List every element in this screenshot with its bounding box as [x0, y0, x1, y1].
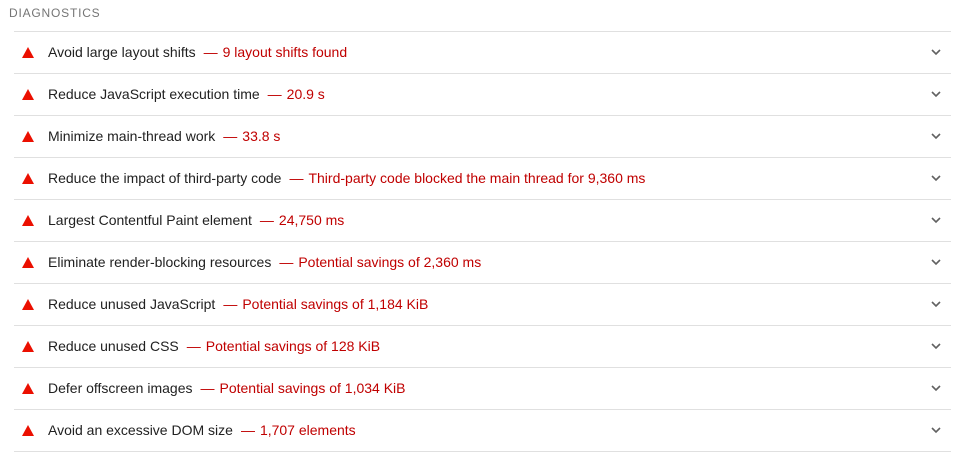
audit-list: Avoid large layout shifts —9 layout shift… — [14, 31, 951, 452]
audit-separator: — — [200, 380, 215, 396]
audit-text: Avoid large layout shifts —9 layout shift… — [48, 32, 347, 73]
audit-title: Eliminate render-blocking resources — [48, 254, 272, 270]
audit-title: Avoid large layout shifts — [48, 44, 196, 60]
audit-separator: — — [259, 212, 274, 228]
audit-row[interactable]: Eliminate render-blocking resources — Pote… — [14, 242, 951, 284]
audit-detail: 1,707 elements — [259, 422, 356, 438]
audit-detail: 33.8 s — [242, 128, 281, 144]
warning-triangle-icon — [22, 257, 34, 268]
chevron-down-icon[interactable] — [931, 216, 941, 224]
audit-title: Reduce unused CSS — [48, 338, 179, 354]
audit-text: Defer offscreen images — Potential savings… — [48, 368, 406, 409]
audit-text: Avoid an excessive DOM size —1,707 elemen… — [48, 410, 356, 451]
audit-title: Avoid an excessive DOM size — [48, 422, 233, 438]
audit-row[interactable]: Defer offscreen images — Potential savings… — [14, 368, 951, 410]
audit-detail: Potential savings of 128 KiB — [205, 338, 381, 354]
audit-title: Minimize main-thread work — [48, 128, 216, 144]
audit-detail: Potential savings of 2,360 ms — [298, 254, 482, 270]
audit-row[interactable]: Reduce JavaScript execution time —20.9 s — [14, 74, 951, 116]
chevron-down-icon[interactable] — [931, 48, 941, 56]
audit-separator: — — [186, 338, 201, 354]
chevron-down-icon[interactable] — [931, 258, 941, 266]
chevron-down-icon[interactable] — [931, 384, 941, 392]
audit-separator: — — [289, 170, 304, 186]
warning-triangle-icon — [22, 341, 34, 352]
audit-text: Largest Contentful Paint element —24,750 … — [48, 200, 344, 241]
audit-separator: — — [279, 254, 294, 270]
warning-triangle-icon — [22, 425, 34, 436]
audit-text: Reduce the impact of third-party code — Th… — [48, 158, 645, 199]
audit-separator: — — [240, 422, 255, 438]
audit-detail: Potential savings of 1,034 KiB — [219, 380, 406, 396]
audit-detail: 24,750 ms — [278, 212, 345, 228]
audit-title: Reduce the impact of third-party code — [48, 170, 282, 186]
audit-text: Eliminate render-blocking resources — Pote… — [48, 242, 481, 283]
audit-separator: — — [203, 44, 218, 60]
warning-triangle-icon — [22, 383, 34, 394]
warning-triangle-icon — [22, 47, 34, 58]
audit-row[interactable]: Avoid large layout shifts —9 layout shift… — [14, 32, 951, 74]
warning-triangle-icon — [22, 215, 34, 226]
chevron-down-icon[interactable] — [931, 90, 941, 98]
audit-title: Largest Contentful Paint element — [48, 212, 252, 228]
audit-text: Reduce JavaScript execution time —20.9 s — [48, 74, 325, 115]
warning-triangle-icon — [22, 89, 34, 100]
audit-separator: — — [223, 128, 238, 144]
audit-title: Defer offscreen images — [48, 380, 193, 396]
audit-row[interactable]: Reduce the impact of third-party code — Th… — [14, 158, 951, 200]
chevron-down-icon[interactable] — [931, 174, 941, 182]
audit-text: Reduce unused CSS — Potential savings of 1… — [48, 326, 380, 367]
warning-triangle-icon — [22, 173, 34, 184]
audit-row[interactable]: Reduce unused JavaScript — Potential savin… — [14, 284, 951, 326]
chevron-down-icon[interactable] — [931, 300, 941, 308]
audit-detail: Third-party code blocked the main thread… — [308, 170, 646, 186]
section-title: DIAGNOSTICS — [9, 6, 101, 20]
warning-triangle-icon — [22, 131, 34, 142]
audit-text: Minimize main-thread work —33.8 s — [48, 116, 280, 157]
audit-row[interactable]: Reduce unused CSS — Potential savings of 1… — [14, 326, 951, 368]
audit-detail: 20.9 s — [286, 86, 325, 102]
audit-row[interactable]: Minimize main-thread work —33.8 s — [14, 116, 951, 158]
audit-title: Reduce unused JavaScript — [48, 296, 216, 312]
audit-text: Reduce unused JavaScript — Potential savin… — [48, 284, 428, 325]
chevron-down-icon[interactable] — [931, 342, 941, 350]
diagnostics-panel: DIAGNOSTICS Avoid large layout shifts —9 … — [0, 0, 958, 452]
audit-detail: 9 layout shifts found — [222, 44, 348, 60]
audit-row[interactable]: Largest Contentful Paint element —24,750 … — [14, 200, 951, 242]
audit-detail: Potential savings of 1,184 KiB — [242, 296, 429, 312]
chevron-down-icon[interactable] — [931, 132, 941, 140]
audit-separator: — — [223, 296, 238, 312]
audit-separator: — — [267, 86, 282, 102]
chevron-down-icon[interactable] — [931, 426, 941, 434]
warning-triangle-icon — [22, 299, 34, 310]
audit-row[interactable]: Avoid an excessive DOM size —1,707 elemen… — [14, 410, 951, 452]
audit-title: Reduce JavaScript execution time — [48, 86, 260, 102]
